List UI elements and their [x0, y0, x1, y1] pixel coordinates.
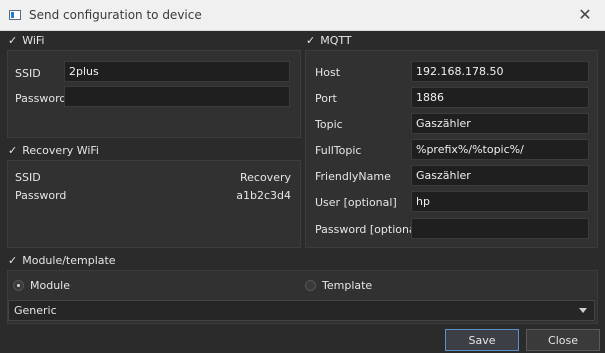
- mqtt-topic-input[interactable]: Gaszähler: [411, 113, 589, 134]
- mqtt-panel: Host 192.168.178.50 Port 1886 Topic Gasz…: [305, 50, 598, 248]
- chevron-down-icon: [579, 308, 587, 313]
- module-template-header-label: Module/template: [22, 253, 116, 267]
- mqtt-port-input[interactable]: 1886: [411, 87, 589, 108]
- checkmark-icon: ✓: [8, 33, 18, 47]
- mqtt-user-label: User [optional]: [315, 196, 397, 209]
- wifi-password-input[interactable]: [64, 86, 290, 107]
- close-button[interactable]: Close: [526, 329, 600, 351]
- mqtt-header-label: MQTT: [320, 33, 352, 47]
- recovery-password-label: Password: [15, 189, 67, 202]
- wifi-ssid-label: SSID: [15, 67, 41, 80]
- mqtt-host-input[interactable]: 192.168.178.50: [411, 61, 589, 82]
- close-icon[interactable]: ✕: [575, 5, 595, 25]
- wifi-password-label: Password: [15, 92, 67, 105]
- module-select[interactable]: Generic: [8, 300, 595, 321]
- recovery-wifi-header-label: Recovery WiFi: [22, 143, 99, 157]
- mqtt-password-label: Password [optional]: [315, 223, 424, 236]
- wifi-header-label: WiFi: [22, 33, 45, 47]
- wifi-panel: SSID 2plus Password: [7, 50, 301, 138]
- module-radio[interactable]: [13, 280, 24, 291]
- mqtt-port-label: Port: [315, 92, 337, 105]
- module-radio-label: Module: [30, 279, 70, 292]
- mqtt-friendlyname-input[interactable]: Gaszähler: [411, 165, 589, 186]
- mqtt-host-label: Host: [315, 66, 341, 79]
- checkmark-icon: ✓: [8, 253, 18, 267]
- template-radio[interactable]: [305, 280, 316, 291]
- wifi-group-header[interactable]: ✓ WiFi: [8, 31, 45, 49]
- checkmark-icon: ✓: [8, 143, 18, 157]
- mqtt-user-input[interactable]: hp: [411, 191, 589, 212]
- title-bar: Send configuration to device ✕: [0, 0, 605, 31]
- wifi-ssid-input[interactable]: 2plus: [64, 61, 290, 82]
- mqtt-password-input[interactable]: [411, 218, 589, 239]
- recovery-wifi-panel: SSID Recovery Password a1b2c3d4: [7, 160, 301, 248]
- checkmark-icon: ✓: [306, 33, 316, 47]
- window-icon: [9, 10, 21, 20]
- template-radio-label: Template: [322, 279, 373, 292]
- recovery-ssid-value: Recovery: [239, 171, 291, 184]
- recovery-wifi-group-header[interactable]: ✓ Recovery WiFi: [8, 141, 99, 159]
- mqtt-fulltopic-input[interactable]: %prefix%/%topic%/: [411, 139, 589, 160]
- mqtt-friendlyname-label: FriendlyName: [315, 170, 391, 183]
- module-select-value: Generic: [14, 304, 57, 317]
- mqtt-group-header[interactable]: ✓ MQTT: [306, 31, 352, 49]
- save-button[interactable]: Save: [445, 329, 519, 351]
- recovery-ssid-label: SSID: [15, 171, 41, 184]
- mqtt-topic-label: Topic: [315, 118, 343, 131]
- window-title: Send configuration to device: [29, 8, 202, 22]
- module-template-group-header[interactable]: ✓ Module/template: [8, 251, 116, 269]
- mqtt-fulltopic-label: FullTopic: [315, 144, 362, 157]
- recovery-password-value: a1b2c3d4: [236, 189, 291, 202]
